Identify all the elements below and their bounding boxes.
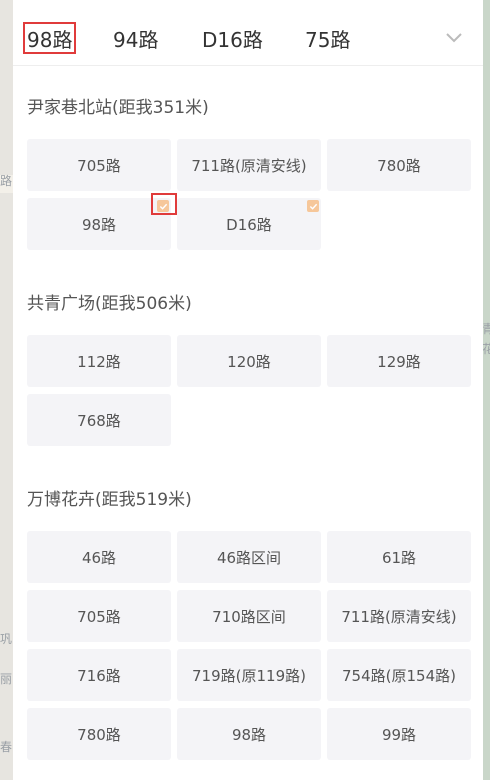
route-button[interactable]: 754路(原154路) <box>327 649 471 701</box>
map-label: 巩 <box>0 632 13 646</box>
map-label: 路 <box>0 174 13 188</box>
route-button[interactable]: D16路 <box>177 198 321 250</box>
route-tab-bar: 98路 94路 D16路 75路 <box>13 0 483 66</box>
tab-route-98[interactable]: 98路 <box>23 22 77 54</box>
selection-highlight <box>151 193 177 215</box>
check-icon[interactable] <box>307 200 319 212</box>
route-label: 129路 <box>377 352 421 371</box>
route-button[interactable]: 120路 <box>177 335 321 387</box>
route-button[interactable]: 719路(原119路) <box>177 649 321 701</box>
route-button[interactable]: 780路 <box>327 139 471 191</box>
tab-route-94[interactable]: 94路 <box>113 22 158 54</box>
route-button[interactable]: 98路 <box>177 708 321 760</box>
route-button[interactable]: 129路 <box>327 335 471 387</box>
route-label: 61路 <box>381 548 417 567</box>
route-button[interactable]: 768路 <box>27 394 171 446</box>
route-button[interactable]: 710路区间 <box>177 590 321 642</box>
route-button[interactable]: 46路区间 <box>177 531 321 583</box>
route-button[interactable]: 711路(原清安线) <box>327 590 471 642</box>
map-label: 花 <box>482 342 490 356</box>
route-label: 716路 <box>77 666 121 685</box>
route-button[interactable]: 98路 <box>27 193 177 250</box>
stop-title: 万博花卉(距我519米) <box>27 490 192 510</box>
route-label: 780路 <box>377 156 421 175</box>
map-label: 青 <box>482 322 490 336</box>
route-button[interactable]: 46路 <box>27 531 171 583</box>
route-label: 719路(原119路) <box>192 666 306 685</box>
stop-title: 共青广场(距我506米) <box>27 294 192 314</box>
route-button[interactable]: 716路 <box>27 649 171 701</box>
route-label: 768路 <box>77 411 121 430</box>
route-button[interactable]: 711路(原清安线) <box>177 139 321 191</box>
route-label: 711路(原清安线) <box>191 156 307 175</box>
route-label: 780路 <box>77 725 121 744</box>
route-label: 98路 <box>231 725 267 744</box>
tab-route-d16[interactable]: D16路 <box>202 22 263 54</box>
route-label: 711路(原清安线) <box>341 607 457 626</box>
route-label: 705路 <box>77 607 121 626</box>
route-label: 120路 <box>227 352 271 371</box>
route-label: 112路 <box>77 352 121 371</box>
route-button[interactable]: 780路 <box>27 708 171 760</box>
route-panel: 98路 94路 D16路 75路 尹家巷北站(距我351米) 705路 711路… <box>13 0 483 780</box>
route-button[interactable]: 99路 <box>327 708 471 760</box>
route-button[interactable]: 705路 <box>27 139 171 191</box>
route-label: 98路 <box>81 215 117 234</box>
route-label: 99路 <box>381 725 417 744</box>
route-button[interactable]: 112路 <box>27 335 171 387</box>
route-label: 754路(原154路) <box>342 666 456 685</box>
stop-title: 尹家巷北站(距我351米) <box>27 98 209 118</box>
route-button[interactable]: 705路 <box>27 590 171 642</box>
map-label: 春 <box>0 740 13 754</box>
tab-route-75[interactable]: 75路 <box>305 22 350 54</box>
map-label: 丽 <box>0 672 13 686</box>
route-label: 46路 <box>81 548 117 567</box>
route-label: D16路 <box>226 215 272 234</box>
chevron-down-icon[interactable] <box>445 28 463 46</box>
route-label: 710路区间 <box>212 607 286 626</box>
route-button[interactable]: 61路 <box>327 531 471 583</box>
route-label: 705路 <box>77 156 121 175</box>
route-label: 46路区间 <box>216 548 282 567</box>
